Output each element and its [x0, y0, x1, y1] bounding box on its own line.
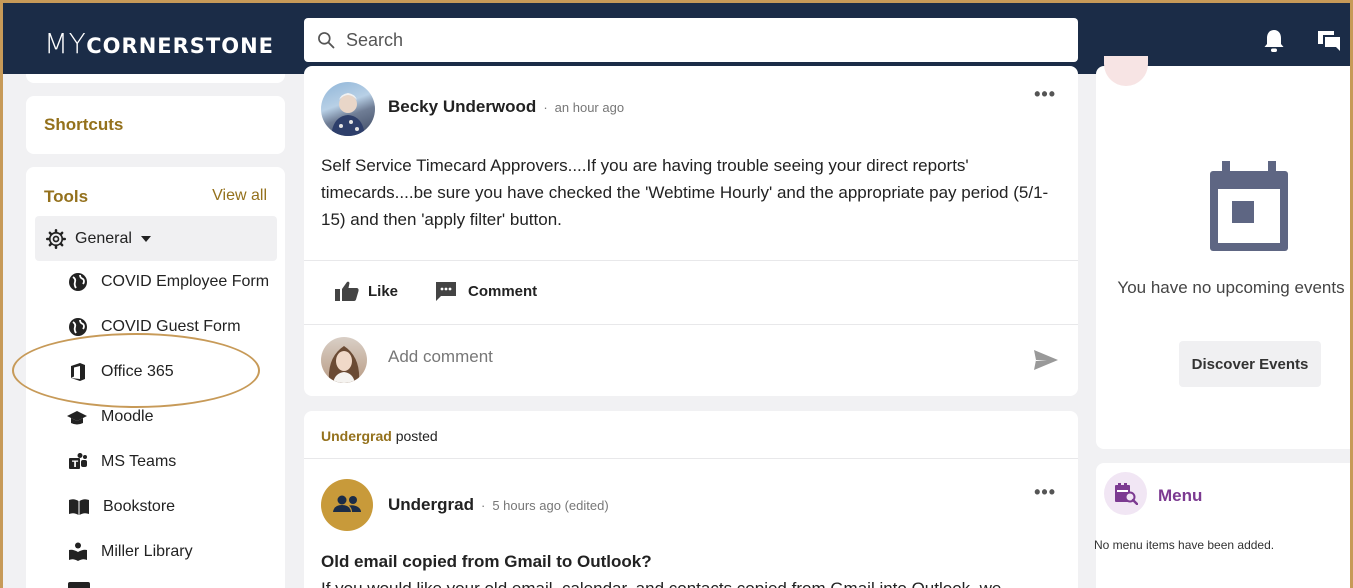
office-icon — [71, 363, 85, 381]
post-divider — [304, 458, 1078, 459]
tool-label: Bookstore — [103, 498, 176, 515]
post-card: Undergrad posted Undergrad · 5 hours ago… — [304, 411, 1078, 588]
tool-label: Moodle — [101, 408, 154, 425]
tool-label: MS Teams — [101, 453, 177, 470]
post-time[interactable]: an hour ago — [555, 100, 624, 115]
teams-icon: T — [69, 453, 87, 470]
top-navigation-bar: MY CORNERSTONE — [0, 0, 1353, 74]
meta-separator: · — [480, 497, 486, 513]
tool-office-365[interactable]: Office 365 — [68, 357, 174, 387]
group-avatar[interactable] — [321, 479, 373, 531]
discover-events-button[interactable]: Discover Events — [1179, 341, 1321, 387]
tools-card: Tools View all General COVID Employee Fo… — [26, 167, 285, 588]
no-menu-items-message: No menu items have been added. — [1094, 538, 1275, 552]
like-label: Like — [368, 282, 399, 300]
post-body: If you would like your old email, calend… — [321, 579, 1001, 588]
svg-text:T: T — [72, 460, 79, 470]
post-divider — [304, 324, 1078, 325]
tool-label: Miller Library — [101, 543, 193, 560]
send-icon[interactable] — [1033, 349, 1059, 371]
logo-cornerstone: CORNERSTONE — [86, 34, 275, 58]
caret-down-icon — [140, 235, 151, 242]
book-icon — [69, 499, 89, 515]
general-category-toggle[interactable]: General — [35, 216, 277, 261]
menu-title[interactable]: Menu — [1158, 486, 1202, 506]
add-comment-input[interactable] — [388, 347, 988, 367]
calendar-icon — [1210, 161, 1288, 251]
author-avatar[interactable] — [321, 82, 375, 136]
post-body: Self Service Timecard Approvers....If yo… — [321, 156, 1049, 229]
posted-suffix: posted — [395, 428, 438, 444]
shortcuts-card: Shortcuts — [26, 96, 285, 154]
app-logo[interactable]: MY CORNERSTONE — [44, 27, 274, 60]
search-box[interactable] — [304, 18, 1078, 62]
person-photo-icon — [331, 93, 365, 136]
post-time[interactable]: 5 hours ago (edited) — [492, 498, 608, 513]
person-photo-icon — [328, 346, 360, 383]
comment-icon — [436, 282, 456, 301]
no-events-message: You have no upcoming events — [1117, 278, 1345, 297]
tool-miller-library[interactable]: Miller Library — [68, 537, 193, 567]
post-card: Becky Underwood · an hour ago ••• Self S… — [304, 66, 1078, 396]
upcoming-events-card: You have no upcoming events Discover Eve… — [1096, 56, 1353, 449]
globe-icon — [69, 273, 87, 291]
library-icon — [69, 542, 87, 561]
tool-moodle[interactable]: Moodle — [66, 402, 153, 432]
tool-covid-guest-form[interactable]: COVID Guest Form — [68, 312, 241, 342]
search-icon — [318, 32, 335, 49]
menu-search-icon — [1115, 483, 1138, 505]
post-options-button[interactable]: ••• — [1034, 84, 1056, 105]
post-author[interactable]: Becky Underwood — [388, 97, 536, 117]
tool-label: Office 365 — [101, 363, 174, 380]
view-all-tools-link[interactable]: View all — [212, 187, 267, 205]
group-people-icon — [333, 495, 361, 512]
menu-icon-background — [1104, 472, 1147, 515]
notifications-bell-icon[interactable] — [1262, 28, 1286, 54]
post-author[interactable]: Undergrad — [388, 495, 474, 515]
like-button[interactable]: Like — [334, 280, 398, 302]
tool-label: COVID Employee Form — [101, 273, 270, 290]
shortcuts-title[interactable]: Shortcuts — [44, 115, 123, 135]
search-input[interactable] — [346, 29, 1046, 51]
comment-label: Comment — [468, 282, 538, 300]
sidebar-card-above — [26, 74, 285, 83]
tool-ms-teams[interactable]: T MS Teams — [68, 447, 176, 477]
globe-icon — [69, 318, 87, 336]
post-divider — [304, 260, 1078, 261]
tools-title: Tools — [44, 187, 89, 206]
current-user-avatar — [321, 337, 367, 383]
menu-card: Menu No menu items have been added. — [1094, 463, 1353, 588]
gear-icon — [46, 228, 66, 249]
tool-covid-employee-form[interactable]: COVID Employee Form — [68, 267, 269, 297]
general-label: General — [75, 229, 132, 247]
logo-my: MY — [44, 27, 87, 60]
tool-label: COVID Guest Form — [101, 318, 241, 335]
post-title: Old email copied from Gmail to Outlook? — [321, 552, 652, 571]
group-name-link[interactable]: Undergrad — [321, 428, 392, 444]
meta-separator: · — [543, 99, 548, 115]
post-options-button[interactable]: ••• — [1034, 482, 1056, 503]
comment-button[interactable]: Comment — [434, 280, 537, 302]
tool-bookstore[interactable]: Bookstore — [68, 492, 175, 522]
next-tool-icon — [68, 582, 90, 588]
events-header-icon — [1104, 56, 1148, 86]
graduation-cap-icon — [67, 411, 87, 425]
messages-icon[interactable] — [1316, 29, 1342, 53]
thumbs-up-icon — [335, 281, 359, 301]
